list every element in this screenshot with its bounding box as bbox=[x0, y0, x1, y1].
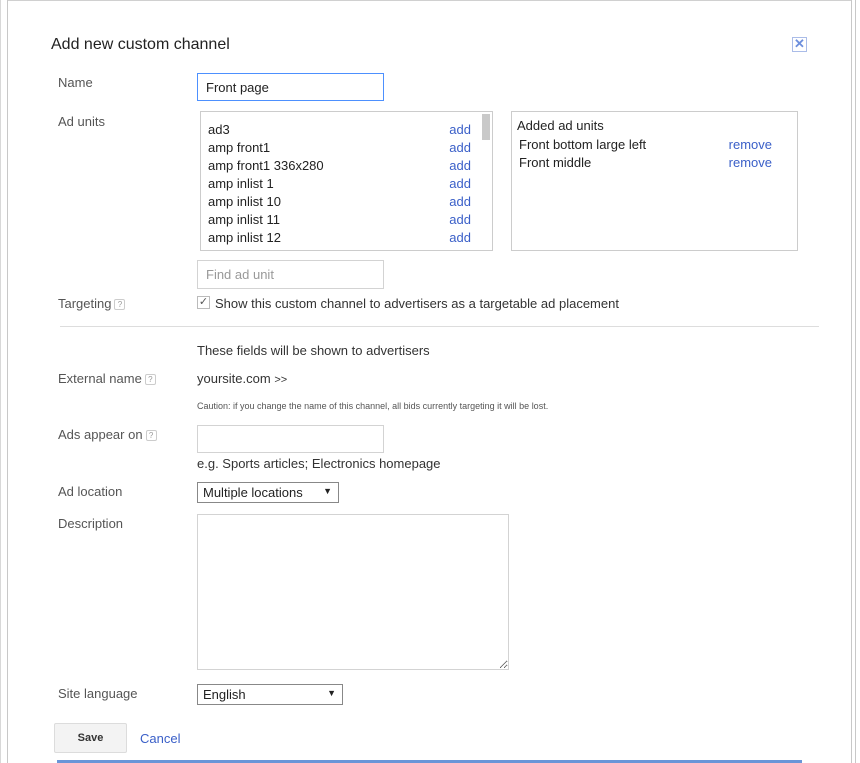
name-label: Name bbox=[58, 75, 93, 90]
external-name-text: yoursite.com bbox=[197, 371, 271, 386]
targeting-label: Targeting? bbox=[58, 296, 126, 311]
ad-units-label: Ad units bbox=[58, 114, 105, 129]
list-item: ad3 add bbox=[208, 122, 471, 140]
add-link[interactable]: add bbox=[449, 230, 471, 245]
ads-appear-on-label: Ads appear on? bbox=[58, 427, 157, 442]
list-item: amp inlist 13 add bbox=[208, 248, 471, 250]
dialog-title: Add new custom channel bbox=[51, 36, 230, 53]
site-language-label: Site language bbox=[58, 686, 138, 701]
window-frame-left bbox=[0, 0, 8, 763]
list-item: amp inlist 11 add bbox=[208, 212, 471, 230]
help-icon[interactable]: ? bbox=[144, 374, 156, 385]
add-link[interactable]: add bbox=[449, 158, 471, 173]
description-textarea[interactable] bbox=[197, 514, 509, 670]
ads-appear-on-hint: e.g. Sports articles; Electronics homepa… bbox=[197, 456, 441, 471]
ad-unit-name: amp inlist 1 bbox=[208, 176, 274, 191]
add-link[interactable]: add bbox=[449, 176, 471, 191]
site-language-select[interactable]: English ▼ bbox=[197, 684, 343, 705]
cancel-link[interactable]: Cancel bbox=[140, 731, 180, 746]
caution-text: Caution: if you change the name of this … bbox=[197, 401, 549, 411]
window-frame-top bbox=[8, 0, 851, 1]
list-item: amp front1 336x280 add bbox=[208, 158, 471, 176]
list-item: amp inlist 12 add bbox=[208, 230, 471, 248]
ads-appear-on-label-text: Ads appear on bbox=[58, 427, 143, 442]
remove-link[interactable]: remove bbox=[729, 137, 772, 152]
ad-unit-name: amp inlist 12 bbox=[208, 230, 281, 245]
ad-unit-name: amp inlist 10 bbox=[208, 194, 281, 209]
targeting-label-text: Targeting bbox=[58, 296, 112, 311]
remove-link[interactable]: remove bbox=[729, 155, 772, 170]
add-link[interactable]: add bbox=[449, 194, 471, 209]
external-name-label-text: External name bbox=[58, 371, 142, 386]
ad-unit-name: ad3 bbox=[208, 122, 230, 137]
help-icon[interactable]: ? bbox=[145, 430, 157, 441]
ad-units-list[interactable]: ad3 add amp front1 add amp front1 336x28… bbox=[200, 111, 493, 251]
external-name-value: yoursite.com >> bbox=[197, 371, 287, 386]
help-icon[interactable]: ? bbox=[114, 299, 126, 310]
added-ad-units-title: Added ad units bbox=[517, 118, 604, 133]
ad-location-label: Ad location bbox=[58, 484, 123, 499]
ad-unit-name: amp front1 bbox=[208, 140, 271, 155]
list-item: amp inlist 1 add bbox=[208, 176, 471, 194]
find-ad-unit-input[interactable] bbox=[197, 260, 384, 289]
description-label: Description bbox=[58, 516, 124, 531]
add-link[interactable]: add bbox=[449, 122, 471, 137]
ad-unit-name: amp inlist 13 bbox=[208, 248, 281, 250]
advertiser-fields-note: These fields will be shown to advertiser… bbox=[197, 343, 430, 358]
ad-location-selected: Multiple locations bbox=[203, 485, 303, 500]
ad-unit-name: amp inlist 11 bbox=[208, 212, 281, 227]
list-item: amp inlist 10 add bbox=[208, 194, 471, 212]
targeting-checkbox-label[interactable]: Show this custom channel to advertisers … bbox=[215, 296, 619, 311]
added-ad-units-panel: Added ad units Front bottom large left r… bbox=[511, 111, 798, 251]
added-unit-name: Front middle bbox=[519, 155, 592, 170]
targeting-checkbox[interactable]: ✓ bbox=[197, 296, 210, 309]
added-unit-name: Front bottom large left bbox=[519, 137, 647, 152]
list-item: amp front1 add bbox=[208, 140, 471, 158]
list-scrollbar-thumb[interactable] bbox=[482, 114, 490, 140]
site-language-selected: English bbox=[203, 687, 246, 702]
close-icon[interactable]: ✕ bbox=[792, 37, 807, 52]
ad-unit-name: amp front1 336x280 bbox=[208, 158, 324, 173]
ads-appear-on-input[interactable] bbox=[197, 425, 384, 453]
external-name-label: External name? bbox=[58, 371, 156, 386]
section-divider bbox=[60, 326, 819, 327]
dropdown-arrow-icon: ▼ bbox=[327, 688, 336, 698]
save-button[interactable]: Save bbox=[54, 723, 127, 753]
add-link[interactable]: add bbox=[449, 140, 471, 155]
ad-location-select[interactable]: Multiple locations ▼ bbox=[197, 482, 339, 503]
dropdown-arrow-icon: ▼ bbox=[323, 486, 332, 496]
expand-arrows-icon[interactable]: >> bbox=[274, 374, 287, 386]
window-frame-right bbox=[851, 0, 860, 763]
add-link[interactable]: add bbox=[449, 212, 471, 227]
name-input[interactable] bbox=[197, 73, 384, 101]
add-link[interactable]: add bbox=[449, 248, 471, 250]
